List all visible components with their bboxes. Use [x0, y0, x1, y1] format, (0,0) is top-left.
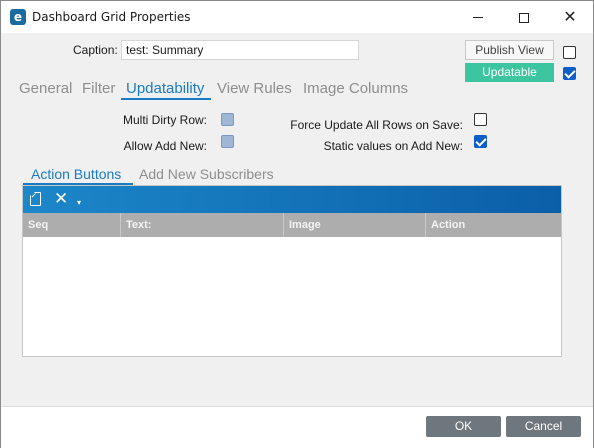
force-update-checkbox[interactable]: [474, 113, 487, 126]
multi-dirty-row-label: Multi Dirty Row:: [122, 113, 207, 127]
tab-view-rules[interactable]: View Rules: [217, 80, 292, 97]
maximize-button[interactable]: [501, 1, 547, 33]
caption-label: Caption:: [73, 43, 118, 57]
new-document-icon[interactable]: [30, 192, 41, 206]
action-buttons-grid: ✕ ▾ Seq Text: Image Action: [22, 185, 562, 357]
active-tab-indicator: [121, 98, 211, 100]
close-button[interactable]: ✕: [547, 1, 593, 33]
cancel-button[interactable]: Cancel: [506, 416, 581, 437]
minimize-icon: [473, 17, 483, 18]
minimize-button[interactable]: [455, 1, 501, 33]
allow-add-new-label: Allow Add New:: [123, 139, 207, 153]
publish-view-checkbox[interactable]: [563, 46, 576, 59]
maximize-icon: [519, 12, 529, 23]
app-logo-icon: e: [10, 9, 26, 25]
caption-input[interactable]: [121, 40, 359, 60]
grid-toolbar: ✕ ▾: [23, 186, 561, 213]
ok-button[interactable]: OK: [426, 416, 501, 437]
title-bar: e Dashboard Grid Properties ✕: [1, 1, 593, 33]
tab-general[interactable]: General: [19, 80, 72, 97]
tab-updatability[interactable]: Updatability: [126, 80, 204, 97]
static-values-checkbox[interactable]: [474, 135, 487, 148]
dropdown-caret-icon[interactable]: ▾: [77, 198, 81, 207]
static-values-label: Static values on Add New:: [323, 139, 463, 153]
dialog-footer: OK Cancel: [1, 406, 593, 448]
delete-icon[interactable]: ✕: [54, 189, 68, 209]
publish-view-button[interactable]: Publish View: [465, 40, 554, 60]
updatable-checkbox[interactable]: [563, 67, 576, 80]
column-header-image[interactable]: Image: [284, 213, 426, 237]
updatable-button[interactable]: Updatable: [465, 63, 554, 82]
column-header-action[interactable]: Action: [426, 213, 561, 237]
tab-action-buttons[interactable]: Action Buttons: [31, 166, 121, 182]
close-icon: ✕: [563, 7, 577, 26]
window-title: Dashboard Grid Properties: [32, 10, 191, 24]
column-header-seq[interactable]: Seq: [23, 213, 121, 237]
grid-header: Seq Text: Image Action: [23, 213, 561, 237]
force-update-label: Force Update All Rows on Save:: [290, 118, 463, 132]
tab-filter[interactable]: Filter: [82, 80, 115, 97]
multi-dirty-row-checkbox[interactable]: [221, 113, 234, 126]
grid-body[interactable]: [23, 237, 561, 356]
tab-image-columns[interactable]: Image Columns: [303, 80, 408, 97]
allow-add-new-checkbox[interactable]: [221, 135, 234, 148]
dialog-window: e Dashboard Grid Properties ✕ Caption: P…: [0, 0, 594, 448]
column-header-text[interactable]: Text:: [121, 213, 284, 237]
tab-add-new-subscribers[interactable]: Add New Subscribers: [139, 166, 274, 182]
